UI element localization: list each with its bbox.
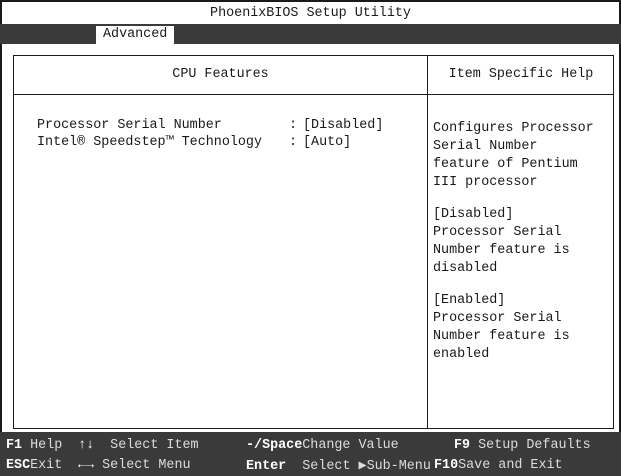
key-label: F9 [454,438,471,453]
key-legend-row: F1 Help ↑↓ Select Item -/SpaceChange Val… [6,438,621,458]
key-action: Save and Exit [458,458,563,473]
key-label: F10 [434,458,459,473]
key-legend: F1 Help ↑↓ Select Item -/SpaceChange Val… [0,432,621,476]
key-action: Setup Defaults [478,438,591,453]
key-legend-row: ESCExit ←→ Select Menu Enter Select ▶Sub… [6,458,621,476]
key-action: Change Value [302,438,399,453]
select-menu-hint: ←→ Select Menu [78,458,191,473]
setting-label: Processor Serial Number [37,118,222,133]
key-action: Select ▶Sub-Menu [302,459,431,474]
panel-title: CPU Features [172,67,269,82]
content-panel: CPU Features Item Specific Help Processo… [13,55,614,429]
setting-label: Intel® Speedstep™ Technology [37,135,262,150]
help-paragraph: Configures Processor Serial Number featu… [433,121,594,190]
tab-advanced[interactable]: Advanced [96,26,175,46]
change-value-hint: -/SpaceChange Value [246,438,399,453]
save-exit-hint: F10Save and Exit [434,458,563,473]
key-label: ESC [6,458,31,473]
arrows-left-right-icon: ←→ [78,458,95,473]
setting-row-speedstep[interactable]: Intel® Speedstep™ Technology : [Auto] [37,135,383,152]
help-title: Item Specific Help [448,67,594,82]
help-paragraph: [Enabled] Processor Serial Number featur… [433,293,570,362]
help-text: Configures Processor Serial Number featu… [433,120,615,378]
exit-key-hint: ESCExit [6,458,62,473]
arrows-up-down-icon: ↑↓ [78,438,95,453]
key-action: Select Menu [102,458,191,473]
key-action: Select Item [110,438,199,453]
key-label: F1 [6,438,23,453]
key-action: Help [30,438,63,453]
key-label: -/Space [246,438,303,453]
app-title: PhoenixBIOS Setup Utility [210,6,411,21]
key-action: Exit [30,458,63,473]
setting-separator: : [289,118,298,133]
help-paragraph: [Disabled] Processor Serial Number featu… [433,207,570,276]
setting-value[interactable]: [Disabled] [303,118,383,135]
menu-bar: Advanced [0,24,621,46]
select-item-hint: ↑↓ Select Item [78,438,199,453]
main-frame: CPU Features Item Specific Help Processo… [0,44,621,432]
settings-list: Processor Serial Number : [Disabled] Int… [37,118,383,152]
header-divider [14,94,613,95]
help-key-hint: F1 Help [6,438,62,453]
column-divider [427,56,428,428]
setting-separator: : [289,135,298,150]
setting-row-processor-serial[interactable]: Processor Serial Number : [Disabled] [37,118,383,135]
setting-value[interactable]: [Auto] [303,135,351,152]
setup-defaults-hint: F9 Setup Defaults [454,438,591,453]
title-bar: PhoenixBIOS Setup Utility [0,0,621,24]
select-submenu-hint: Enter Select ▶Sub-Menu [246,458,431,474]
key-label: Enter [246,459,287,474]
